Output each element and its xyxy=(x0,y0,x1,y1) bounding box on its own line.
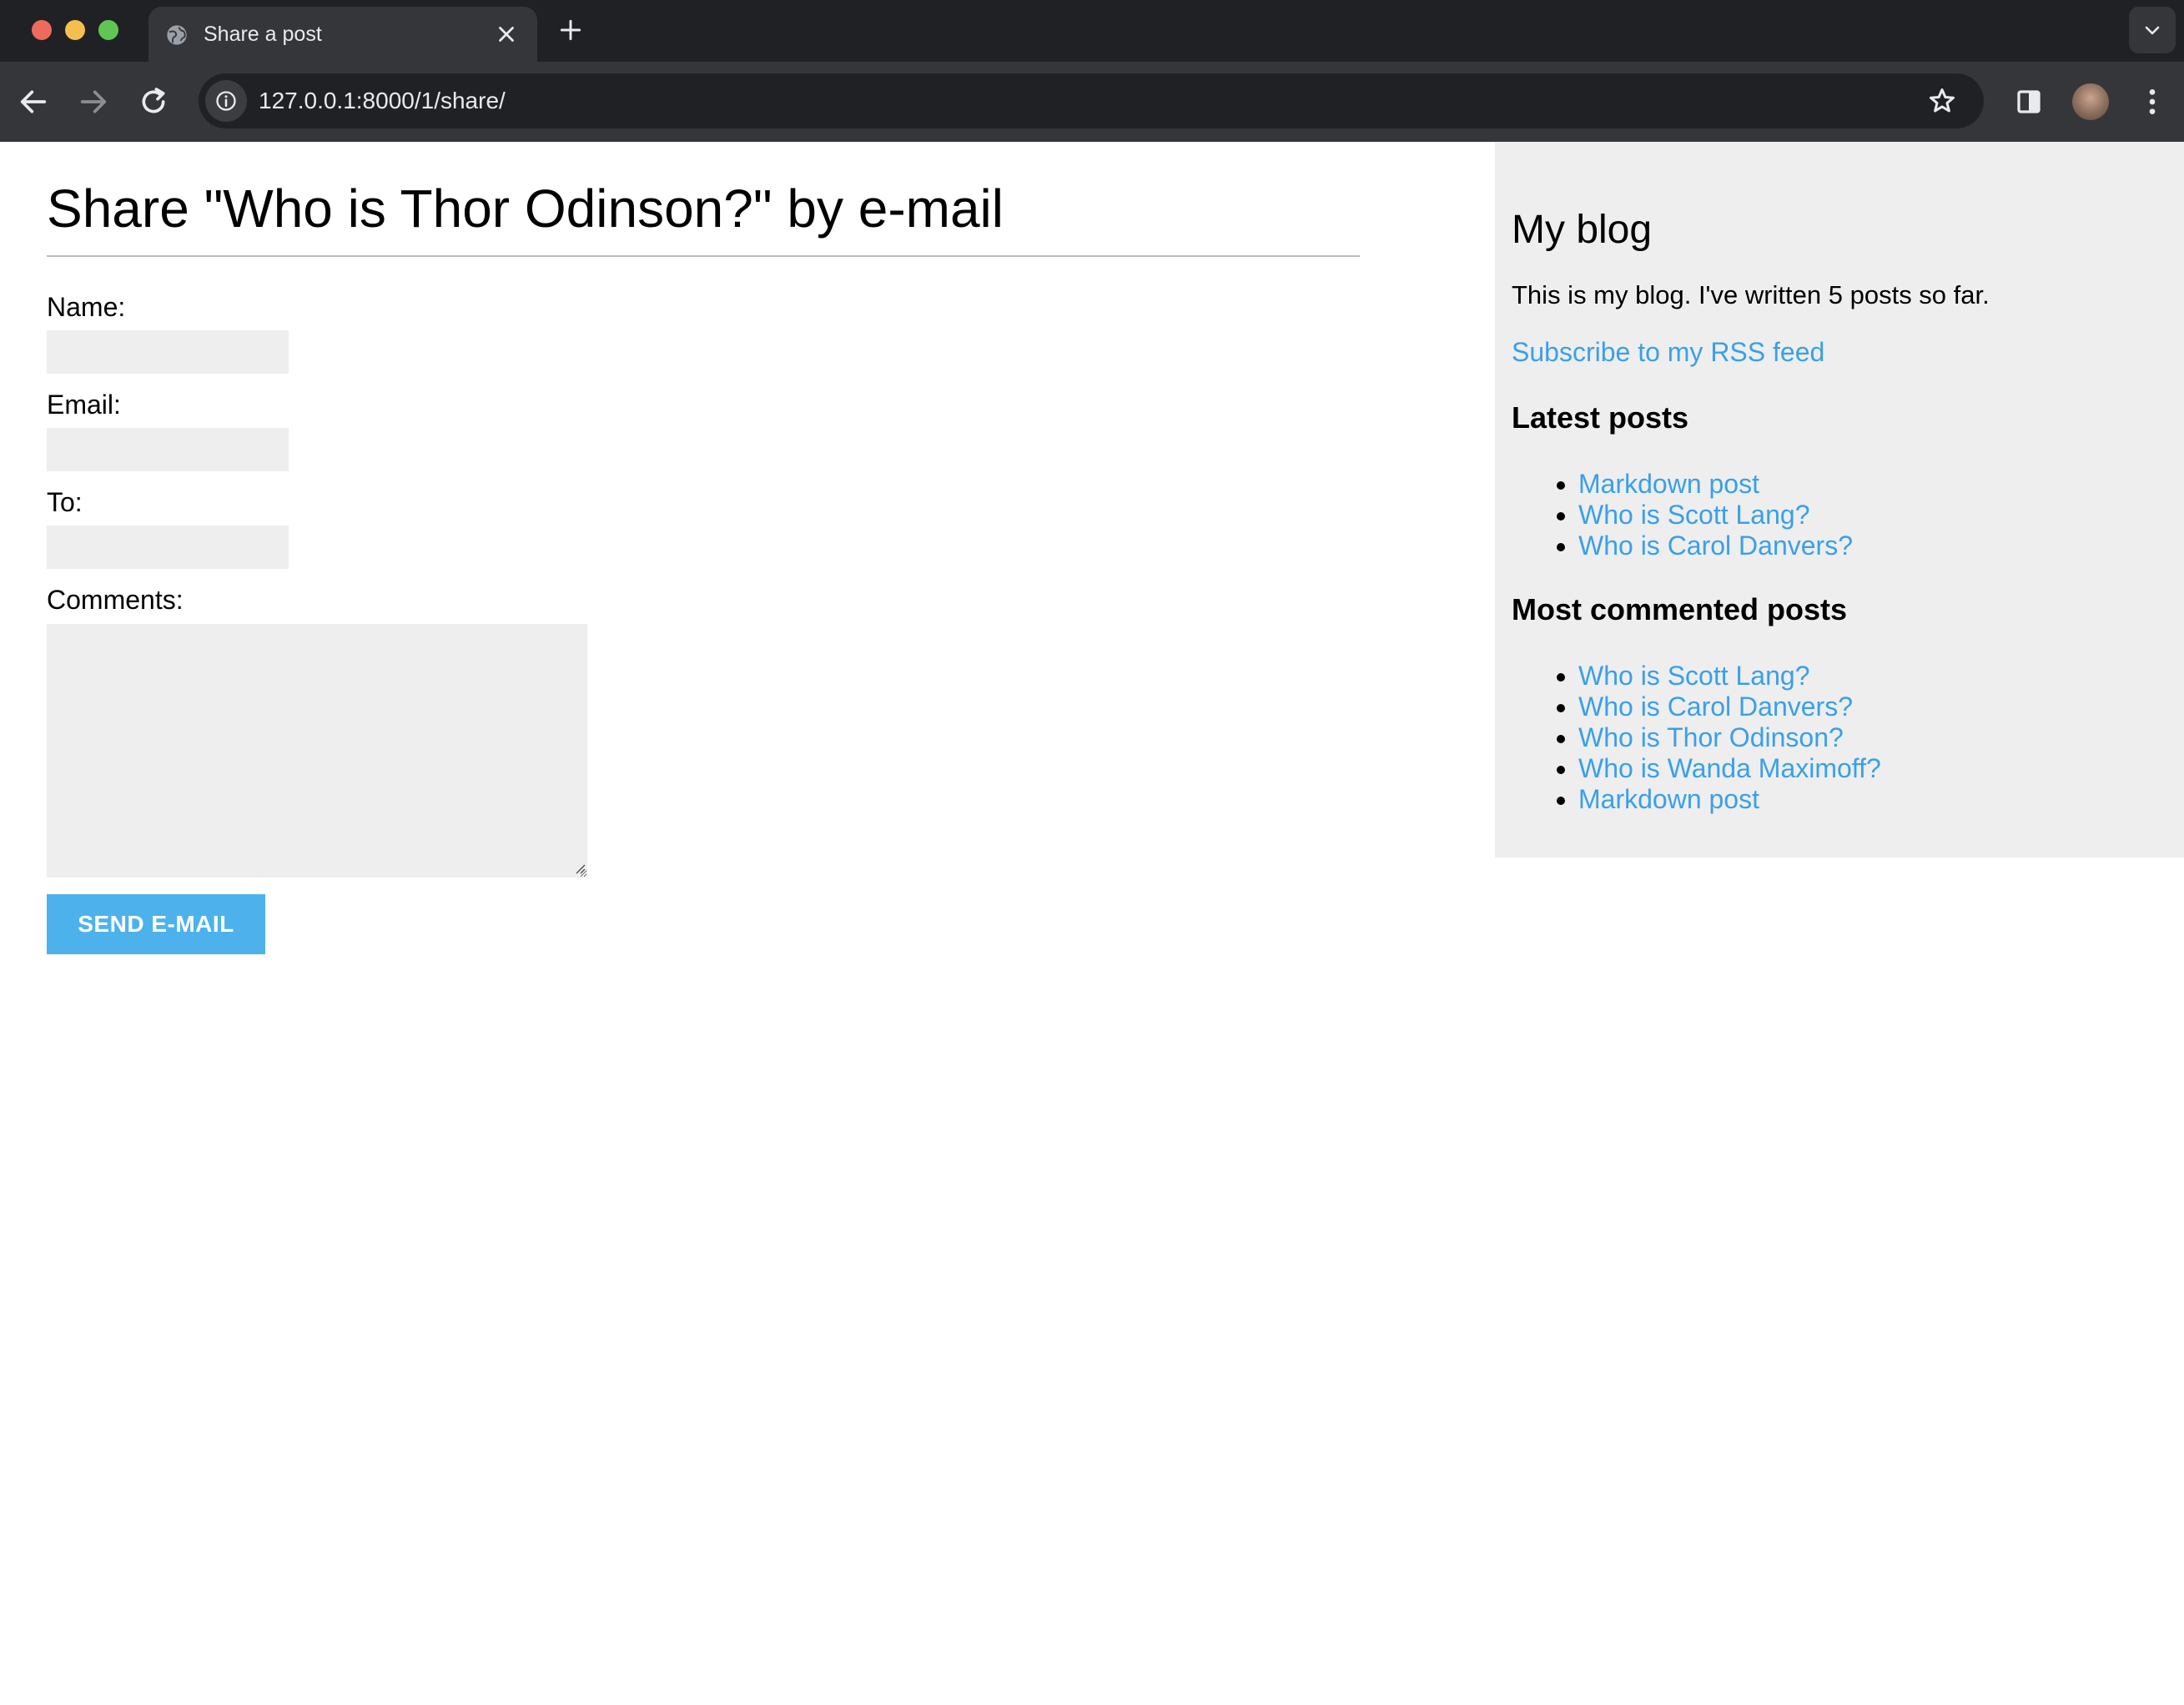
page-viewport: Share "Who is Thor Odinson?" by e-mail N… xyxy=(0,142,2184,1705)
list-item: Markdown post xyxy=(1578,784,1881,815)
list-item: Who is Scott Lang? xyxy=(1578,500,1853,531)
latest-post-link[interactable]: Who is Scott Lang? xyxy=(1578,500,1809,530)
resize-grip-icon[interactable] xyxy=(572,861,586,874)
comments-label: Comments: xyxy=(47,585,184,615)
latest-post-link[interactable]: Who is Carol Danvers? xyxy=(1578,531,1853,561)
list-item: Who is Wanda Maximoff? xyxy=(1578,753,1881,784)
star-icon[interactable] xyxy=(1927,86,1957,116)
info-icon xyxy=(216,91,236,111)
title-divider xyxy=(47,255,1360,257)
globe-icon xyxy=(167,25,187,45)
address-bar[interactable]: 127.0.0.1:8000/1/share/ xyxy=(199,73,1984,128)
sidebar: My blog This is my blog. I've written 5 … xyxy=(1495,142,2184,858)
list-item: Who is Thor Odinson? xyxy=(1578,722,1881,753)
plus-icon[interactable] xyxy=(557,17,584,43)
most-commented-heading: Most commented posts xyxy=(1512,592,1848,626)
forward-arrow-icon[interactable] xyxy=(77,85,110,118)
back-arrow-icon[interactable] xyxy=(17,85,50,118)
profile-avatar[interactable] xyxy=(2072,83,2109,120)
rss-feed-link[interactable]: Subscribe to my RSS feed xyxy=(1512,337,1824,368)
name-label: Name: xyxy=(47,292,126,322)
kebab-menu-icon[interactable] xyxy=(2136,85,2169,118)
chevron-down-icon xyxy=(2145,26,2160,35)
email-input[interactable] xyxy=(47,428,289,471)
list-item: Who is Scott Lang? xyxy=(1578,661,1881,692)
url-text[interactable]: 127.0.0.1:8000/1/share/ xyxy=(259,88,506,114)
email-label: Email: xyxy=(47,390,121,420)
tab-title: Share a post xyxy=(204,23,322,46)
side-panel-icon[interactable] xyxy=(2014,87,2044,117)
list-item: Who is Carol Danvers? xyxy=(1578,531,1853,561)
browser-tab-active[interactable]: Share a post xyxy=(148,7,537,62)
page-title: Share "Who is Thor Odinson?" by e-mail xyxy=(47,179,1004,239)
window-zoom-button[interactable] xyxy=(98,20,118,40)
window-minimize-button[interactable] xyxy=(65,20,85,40)
comments-textarea[interactable] xyxy=(47,624,587,878)
most-commented-link[interactable]: Markdown post xyxy=(1578,784,1759,814)
to-label: To: xyxy=(47,487,83,517)
sidebar-title: My blog xyxy=(1512,208,1653,252)
most-commented-link[interactable]: Who is Wanda Maximoff? xyxy=(1578,753,1881,783)
to-input[interactable] xyxy=(47,526,289,569)
close-icon[interactable] xyxy=(494,22,519,47)
tab-search-button[interactable] xyxy=(2129,7,2176,53)
browser-toolbar: 127.0.0.1:8000/1/share/ xyxy=(0,62,2184,142)
site-info-button[interactable] xyxy=(205,80,247,122)
sidebar-description: This is my blog. I've written 5 posts so… xyxy=(1512,280,1990,309)
send-email-button[interactable]: SEND E-MAIL xyxy=(47,894,265,954)
reload-icon[interactable] xyxy=(137,85,170,118)
latest-posts-list: Markdown post Who is Scott Lang? Who is … xyxy=(1512,469,1853,561)
list-item: Who is Carol Danvers? xyxy=(1578,692,1881,722)
most-commented-link[interactable]: Who is Thor Odinson? xyxy=(1578,722,1844,752)
list-item: Markdown post xyxy=(1578,469,1853,500)
latest-post-link[interactable]: Markdown post xyxy=(1578,469,1759,499)
most-commented-link[interactable]: Who is Carol Danvers? xyxy=(1578,692,1853,722)
most-commented-link[interactable]: Who is Scott Lang? xyxy=(1578,661,1809,691)
name-input[interactable] xyxy=(47,330,289,374)
tab-strip: Share a post xyxy=(0,0,2184,62)
window-close-button[interactable] xyxy=(32,20,52,40)
most-commented-list: Who is Scott Lang? Who is Carol Danvers?… xyxy=(1512,661,1881,815)
latest-posts-heading: Latest posts xyxy=(1512,400,1689,435)
